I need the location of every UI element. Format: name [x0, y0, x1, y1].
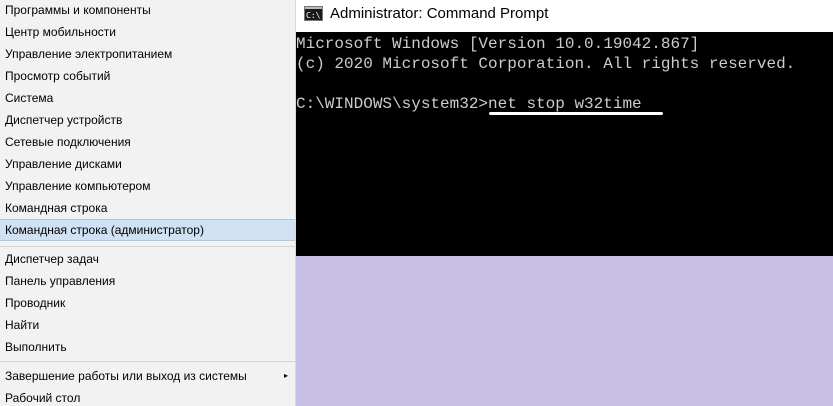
menu-item-search[interactable]: Найти: [0, 314, 295, 336]
window-title: Administrator: Command Prompt: [330, 5, 549, 22]
menu-item-command-prompt[interactable]: Командная строка: [0, 197, 295, 219]
icon-titlebar-strip: [305, 7, 322, 9]
menu-item-network-connections[interactable]: Сетевые подключения: [0, 131, 295, 153]
command-prompt-window: C:\ Administrator: Command Prompt Micros…: [296, 0, 833, 256]
icon-glyph: C:\: [306, 11, 321, 20]
menu-separator: [0, 361, 295, 362]
menu-item-disk-management[interactable]: Управление дисками: [0, 153, 295, 175]
console-line: Microsoft Windows [Version 10.0.19042.86…: [296, 35, 700, 53]
menu-item-file-explorer[interactable]: Проводник: [0, 292, 295, 314]
command-prompt-icon: C:\: [304, 6, 323, 21]
menu-separator: [0, 246, 295, 247]
menu-item-desktop[interactable]: Рабочий стол: [0, 387, 295, 406]
console-line: (c) 2020 Microsoft Corporation. All righ…: [296, 55, 796, 73]
menu-item-system[interactable]: Система: [0, 87, 295, 109]
menu-item-programs-and-features[interactable]: Программы и компоненты: [0, 0, 295, 21]
submenu-arrow-icon: ▸: [283, 371, 288, 380]
menu-item-shutdown-or-sign-out[interactable]: Завершение работы или выход из системы ▸: [0, 365, 295, 387]
menu-item-power-options[interactable]: Управление электропитанием: [0, 43, 295, 65]
winx-context-menu: Программы и компоненты Центр мобильности…: [0, 0, 296, 406]
console-output[interactable]: Microsoft Windows [Version 10.0.19042.86…: [296, 32, 833, 132]
menu-item-event-viewer[interactable]: Просмотр событий: [0, 65, 295, 87]
menu-item-control-panel[interactable]: Панель управления: [0, 270, 295, 292]
command-highlight-underline: [489, 112, 663, 115]
window-titlebar[interactable]: C:\ Administrator: Command Prompt: [296, 0, 833, 32]
menu-item-label: Завершение работы или выход из системы: [5, 369, 247, 383]
menu-item-mobility-center[interactable]: Центр мобильности: [0, 21, 295, 43]
menu-item-computer-management[interactable]: Управление компьютером: [0, 175, 295, 197]
menu-item-run[interactable]: Выполнить: [0, 336, 295, 358]
menu-item-command-prompt-admin[interactable]: Командная строка (администратор): [0, 219, 295, 241]
console-command-line: C:\WINDOWS\system32>net stop w32time: [296, 95, 642, 113]
menu-item-device-manager[interactable]: Диспетчер устройств: [0, 109, 295, 131]
menu-item-task-manager[interactable]: Диспетчер задач: [0, 248, 295, 270]
